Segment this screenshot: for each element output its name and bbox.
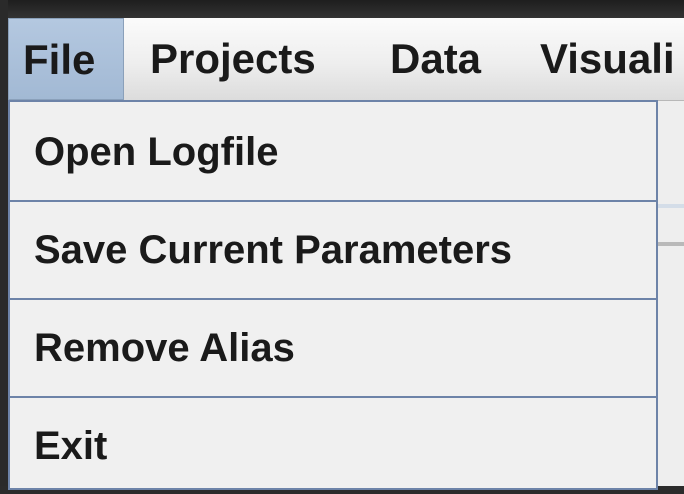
- menu-item-exit[interactable]: Exit: [10, 398, 656, 494]
- menu-bar: File Projects Data Visuali: [8, 18, 684, 101]
- menu-file[interactable]: File: [8, 18, 124, 100]
- menu-projects[interactable]: Projects: [136, 18, 330, 100]
- window-frame-top: [0, 0, 684, 18]
- menu-item-remove-alias[interactable]: Remove Alias: [10, 300, 656, 396]
- menu-data[interactable]: Data: [376, 18, 495, 100]
- menu-item-open-logfile[interactable]: Open Logfile: [10, 104, 656, 200]
- menu-item-save-current-parameters[interactable]: Save Current Parameters: [10, 202, 656, 298]
- menu-visualize[interactable]: Visuali: [526, 18, 684, 100]
- file-dropdown-menu: Open Logfile Save Current Parameters Rem…: [8, 100, 658, 490]
- window-frame-left: [0, 0, 8, 486]
